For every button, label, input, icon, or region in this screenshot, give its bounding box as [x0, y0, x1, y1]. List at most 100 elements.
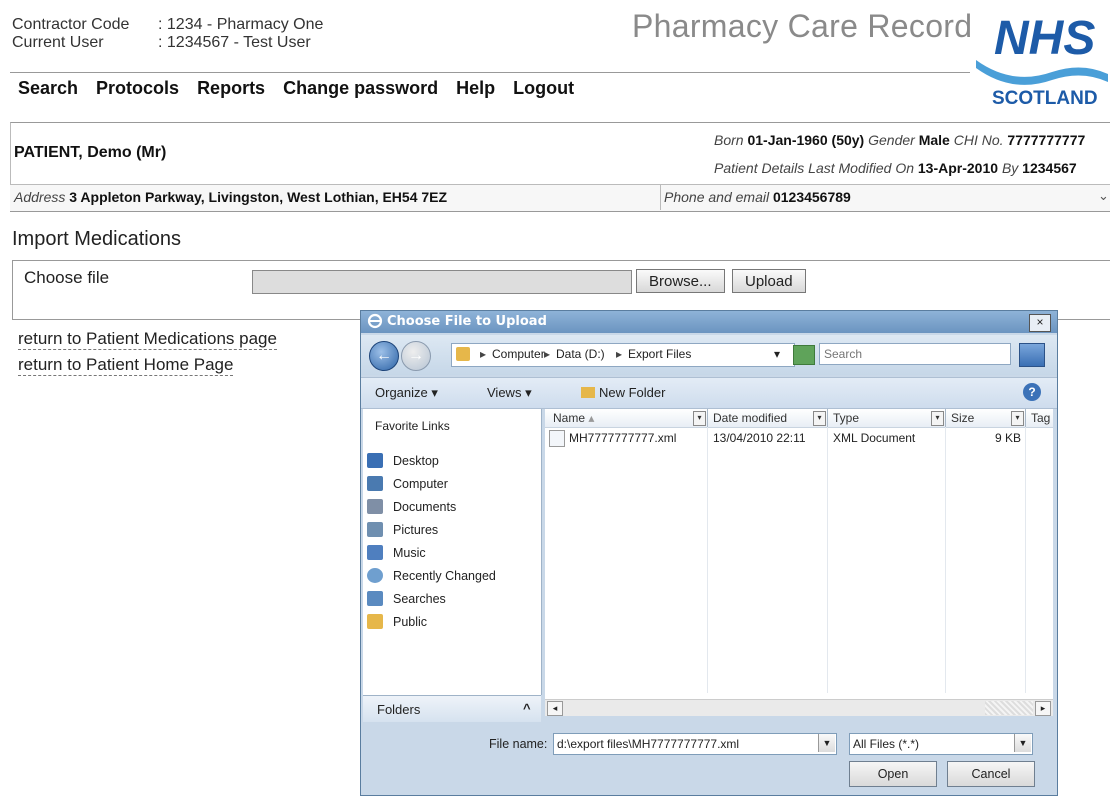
fav-label: Recently Changed	[393, 569, 496, 583]
new-folder-button[interactable]: New Folder	[581, 385, 665, 400]
forward-arrow-icon: →	[408, 347, 424, 364]
recently-changed-icon	[367, 568, 383, 583]
col-type-filter-icon[interactable]: ▾	[931, 411, 944, 426]
address-separator	[660, 184, 661, 210]
col-type[interactable]: Type	[833, 411, 859, 425]
nav-change-password[interactable]: Change password	[283, 78, 438, 99]
folders-label: Folders	[377, 702, 421, 717]
organize-button[interactable]: Organize ▾	[375, 385, 438, 401]
chi-value: 7777777777	[1007, 132, 1086, 148]
file-name-label: File name:	[489, 737, 548, 751]
scrollbar-track-pattern	[985, 701, 1033, 715]
file-upload-dialog: Choose File to Upload × ← → ▸ Computer ▸…	[360, 310, 1058, 796]
address-label: Address	[14, 189, 66, 205]
return-home-link[interactable]: return to Patient Home Page	[18, 355, 234, 376]
crumb-computer[interactable]: Computer	[492, 347, 545, 361]
born-label: Born	[714, 132, 744, 148]
upload-button[interactable]: Upload	[732, 269, 806, 293]
refresh-icon[interactable]	[793, 345, 815, 365]
logo-nhs-text: NHS	[994, 12, 1095, 65]
file-name: MH7777777777.xml	[569, 431, 677, 445]
logo-scotland-text: SCOTLAND	[992, 88, 1098, 109]
expand-chevron-icon[interactable]: ⌄	[1098, 188, 1109, 204]
modified-value: 13-Apr-2010	[917, 160, 999, 176]
filter-dropdown-icon[interactable]: ▼	[1014, 734, 1031, 752]
searches-icon	[367, 591, 383, 606]
col-name-filter-icon[interactable]: ▾	[693, 411, 706, 426]
fav-label: Music	[393, 546, 426, 560]
file-name-field[interactable]: d:\export files\MH7777777777.xml ▼	[553, 733, 837, 755]
breadcrumb[interactable]: ▸ Computer ▸ Data (D:) ▸ Export Files ▾	[451, 343, 795, 367]
fav-label: Searches	[393, 592, 446, 606]
gender-label: Gender	[868, 132, 915, 148]
nav-logout[interactable]: Logout	[513, 78, 574, 99]
browse-button[interactable]: Browse...	[636, 269, 725, 293]
phone-label: Phone and email	[664, 189, 770, 205]
age-value: (50y)	[831, 132, 865, 148]
dialog-titlebar[interactable]: Choose File to Upload ×	[361, 311, 1057, 333]
new-folder-label: New Folder	[599, 385, 666, 400]
crumb-export-files[interactable]: Export Files	[628, 347, 691, 361]
col-divider	[827, 409, 828, 427]
search-icon[interactable]	[1019, 343, 1045, 367]
nav-reports[interactable]: Reports	[197, 78, 265, 99]
file-list-pane: Name ▴ ▾ Date modified ▾ Type ▾ Size ▾ T…	[545, 409, 1053, 716]
current-user-value: : 1234567 - Test User	[158, 34, 311, 51]
column-headers: Name ▴ ▾ Date modified ▾ Type ▾ Size ▾ T…	[545, 409, 1053, 428]
crumb-data-drive[interactable]: Data (D:)	[556, 347, 605, 361]
search-input[interactable]	[819, 343, 1011, 365]
patient-address: Address 3 Appleton Parkway, Livingston, …	[14, 189, 447, 205]
close-button[interactable]: ×	[1029, 314, 1051, 332]
file-path-input[interactable]	[252, 270, 632, 294]
scroll-right-icon[interactable]: ▸	[1035, 701, 1051, 716]
views-button[interactable]: Views ▾	[487, 385, 532, 401]
col-name[interactable]: Name ▴	[553, 411, 594, 425]
open-button[interactable]: Open	[849, 761, 937, 787]
file-name-dropdown-icon[interactable]: ▼	[818, 734, 835, 752]
return-medications-link[interactable]: return to Patient Medications page	[18, 329, 277, 350]
chi-label: CHI No.	[953, 132, 1004, 148]
col-date-filter-icon[interactable]: ▾	[813, 411, 826, 426]
fav-label: Computer	[393, 477, 448, 491]
crumb-chevron-icon: ▸	[544, 347, 551, 361]
pictures-icon	[367, 522, 383, 537]
nav-protocols[interactable]: Protocols	[96, 78, 179, 99]
public-icon	[367, 614, 383, 629]
scroll-left-icon[interactable]: ◂	[547, 701, 563, 716]
fav-label: Documents	[393, 500, 457, 514]
cancel-button[interactable]: Cancel	[947, 761, 1035, 787]
views-label: Views	[487, 385, 522, 400]
current-user-label: Current User	[12, 34, 104, 51]
patient-phone: Phone and email 0123456789	[664, 189, 851, 205]
header-divider	[10, 72, 970, 73]
xml-file-icon	[549, 430, 565, 447]
nav-help[interactable]: Help	[456, 78, 495, 99]
column-guide	[827, 427, 828, 693]
fav-label: Public	[393, 615, 428, 629]
patient-name: PATIENT, Demo (Mr)	[14, 144, 167, 161]
col-size-filter-icon[interactable]: ▾	[1011, 411, 1024, 426]
back-button[interactable]: ←	[369, 341, 399, 371]
horizontal-scrollbar[interactable]: ◂ ▸	[545, 699, 1053, 716]
collapse-chevron-icon: ^	[523, 701, 531, 716]
col-size[interactable]: Size	[951, 411, 974, 425]
modified-by-value: 1234567	[1022, 160, 1077, 176]
desktop-icon	[367, 453, 383, 468]
file-size: 9 KB	[995, 431, 1022, 445]
fav-label: Pictures	[393, 523, 439, 537]
help-icon[interactable]: ?	[1023, 383, 1041, 401]
col-date-modified[interactable]: Date modified	[713, 411, 787, 425]
folder-icon	[456, 347, 470, 361]
nav-search[interactable]: Search	[18, 78, 78, 99]
table-row[interactable]: MH7777777777.xml 13/04/2010 22:11 XML Do…	[549, 429, 1049, 447]
organize-label: Organize	[375, 385, 428, 400]
crumb-dropdown-icon[interactable]: ▾	[774, 347, 780, 361]
file-type-filter[interactable]: All Files (*.*) ▼	[849, 733, 1033, 755]
new-folder-icon	[581, 387, 595, 398]
col-tag[interactable]: Tag	[1031, 411, 1050, 425]
file-type-filter-value: All Files (*.*)	[853, 737, 920, 751]
forward-button[interactable]: →	[401, 341, 431, 371]
folders-toggle[interactable]: Folders ^	[363, 695, 541, 722]
file-name-value: d:\export files\MH7777777777.xml	[557, 737, 740, 751]
favorites-pane: Favorite Links Desktop Computer Document…	[363, 409, 542, 695]
